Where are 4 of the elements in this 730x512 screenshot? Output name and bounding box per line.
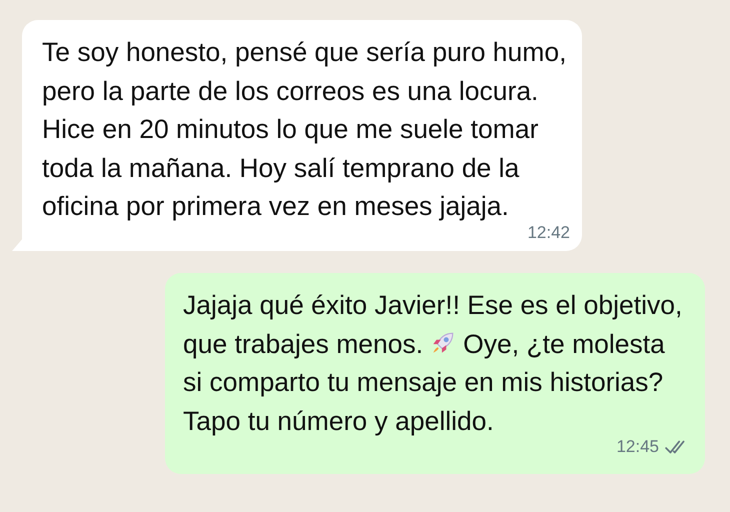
message-time: 12:45	[616, 436, 659, 458]
message-time: 12:42	[527, 222, 570, 244]
message-text: Te soy honesto, pensé que sería puro humo, pero la parte de los correos es una locura. Hice en 20 minutos lo que me suele tomar toda la mañana. Hoy salí temprano de la oficina por primera vez en meses jajaja.	[42, 36, 568, 223]
message-text: Jajaja qué éxito Javier!! Ese es el objetivo, que trabajes menos. Oye, ¿te molesta si comparto tu mensaje en mis historias? Tapo tu número y apellido.	[183, 289, 684, 438]
